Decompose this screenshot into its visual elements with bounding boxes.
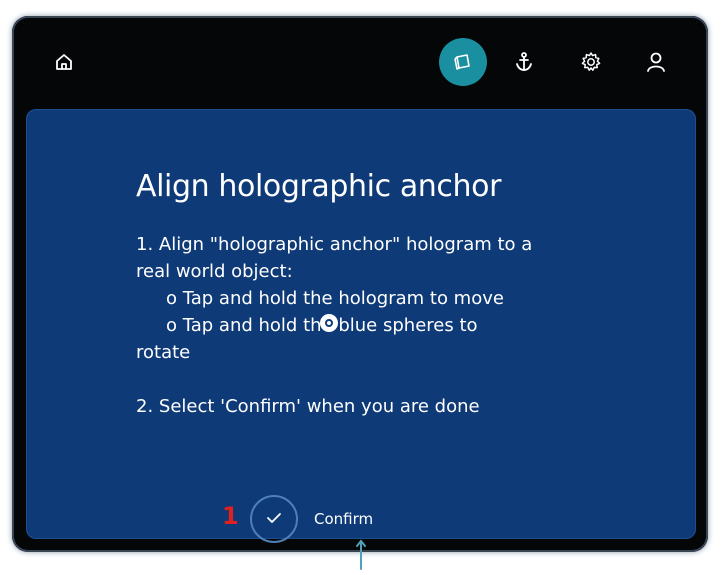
gaze-cursor-icon <box>320 314 338 332</box>
window-handle[interactable] <box>354 539 368 571</box>
instruction-bullet-rotate: o Tap and hold the blue spheres to <box>166 315 478 336</box>
settings-button[interactable] <box>569 40 613 84</box>
user-icon <box>646 51 666 73</box>
page-title: Align holographic anchor <box>136 169 502 204</box>
content-panel: Align holographic anchor 1. Align "holog… <box>26 109 696 543</box>
app-window: Align holographic anchor 1. Align "holog… <box>12 16 708 570</box>
anchor-button[interactable] <box>502 40 546 84</box>
confirm-button[interactable]: Confirm <box>250 495 373 543</box>
anchor-icon <box>514 51 534 73</box>
cursor-center <box>325 319 333 327</box>
instruction-step-1: 1. Align "holographic anchor" hologram t… <box>136 234 533 255</box>
instruction-step-1-cont: real world object: <box>136 261 293 282</box>
checkmark-icon <box>266 510 282 529</box>
layers-button[interactable] <box>439 38 487 86</box>
confirm-label: Confirm <box>314 510 374 528</box>
home-button[interactable] <box>42 40 86 84</box>
instruction-bullet-move: o Tap and hold the hologram to move <box>166 288 504 309</box>
user-button[interactable] <box>634 40 678 84</box>
home-icon <box>54 52 74 72</box>
gear-icon <box>580 51 602 73</box>
instruction-step-2: 2. Select 'Confirm' when you are done <box>136 396 480 417</box>
step-number-annotation: 1 <box>222 502 239 530</box>
instructions: 1. Align "holographic anchor" hologram t… <box>136 231 596 420</box>
top-toolbar <box>12 16 708 108</box>
layers-icon <box>453 52 473 72</box>
instruction-bullet-rotate-cont: rotate <box>136 342 191 363</box>
confirm-circle[interactable] <box>250 495 298 543</box>
